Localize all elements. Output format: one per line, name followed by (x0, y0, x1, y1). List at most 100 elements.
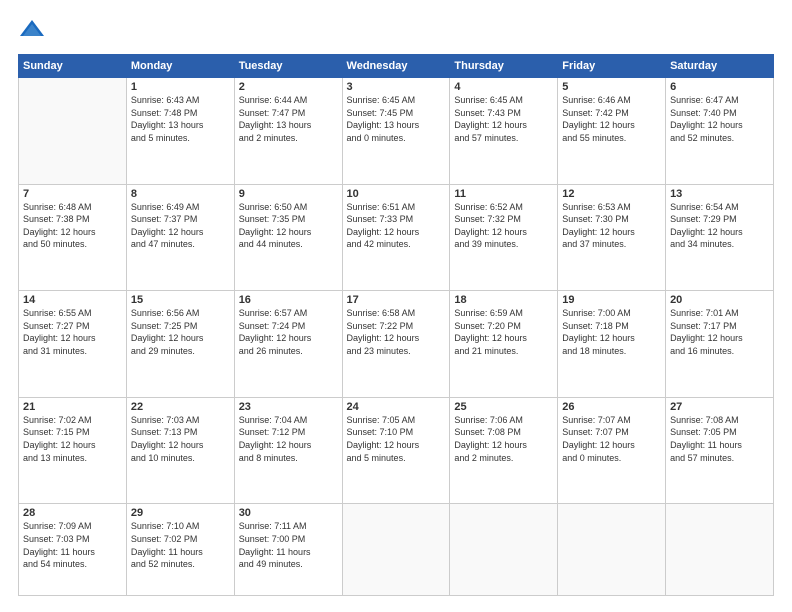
day-number: 9 (239, 188, 338, 200)
calendar-cell: 26Sunrise: 7:07 AM Sunset: 7:07 PM Dayli… (558, 397, 666, 504)
day-number: 5 (562, 81, 661, 93)
calendar-cell: 19Sunrise: 7:00 AM Sunset: 7:18 PM Dayli… (558, 291, 666, 398)
day-number: 1 (131, 81, 230, 93)
day-number: 20 (670, 294, 769, 306)
day-info: Sunrise: 6:44 AM Sunset: 7:47 PM Dayligh… (239, 94, 338, 144)
calendar-cell (342, 504, 450, 596)
day-info: Sunrise: 7:06 AM Sunset: 7:08 PM Dayligh… (454, 414, 553, 464)
day-info: Sunrise: 7:04 AM Sunset: 7:12 PM Dayligh… (239, 414, 338, 464)
calendar-cell: 14Sunrise: 6:55 AM Sunset: 7:27 PM Dayli… (19, 291, 127, 398)
day-info: Sunrise: 6:55 AM Sunset: 7:27 PM Dayligh… (23, 307, 122, 357)
day-info: Sunrise: 7:00 AM Sunset: 7:18 PM Dayligh… (562, 307, 661, 357)
day-info: Sunrise: 6:52 AM Sunset: 7:32 PM Dayligh… (454, 201, 553, 251)
day-info: Sunrise: 6:59 AM Sunset: 7:20 PM Dayligh… (454, 307, 553, 357)
calendar-weekday-thursday: Thursday (450, 55, 558, 78)
day-info: Sunrise: 6:57 AM Sunset: 7:24 PM Dayligh… (239, 307, 338, 357)
calendar-cell: 15Sunrise: 6:56 AM Sunset: 7:25 PM Dayli… (126, 291, 234, 398)
calendar-cell: 27Sunrise: 7:08 AM Sunset: 7:05 PM Dayli… (666, 397, 774, 504)
day-info: Sunrise: 6:49 AM Sunset: 7:37 PM Dayligh… (131, 201, 230, 251)
day-number: 13 (670, 188, 769, 200)
day-info: Sunrise: 7:10 AM Sunset: 7:02 PM Dayligh… (131, 520, 230, 570)
page: SundayMondayTuesdayWednesdayThursdayFrid… (0, 0, 792, 612)
calendar-header-row: SundayMondayTuesdayWednesdayThursdayFrid… (19, 55, 774, 78)
day-number: 23 (239, 401, 338, 413)
calendar-cell: 12Sunrise: 6:53 AM Sunset: 7:30 PM Dayli… (558, 184, 666, 291)
calendar-weekday-saturday: Saturday (666, 55, 774, 78)
day-info: Sunrise: 7:09 AM Sunset: 7:03 PM Dayligh… (23, 520, 122, 570)
calendar-week-row: 14Sunrise: 6:55 AM Sunset: 7:27 PM Dayli… (19, 291, 774, 398)
calendar-cell: 17Sunrise: 6:58 AM Sunset: 7:22 PM Dayli… (342, 291, 450, 398)
calendar-cell: 28Sunrise: 7:09 AM Sunset: 7:03 PM Dayli… (19, 504, 127, 596)
day-info: Sunrise: 6:45 AM Sunset: 7:43 PM Dayligh… (454, 94, 553, 144)
calendar-cell: 22Sunrise: 7:03 AM Sunset: 7:13 PM Dayli… (126, 397, 234, 504)
logo (18, 16, 50, 44)
day-number: 2 (239, 81, 338, 93)
day-info: Sunrise: 7:01 AM Sunset: 7:17 PM Dayligh… (670, 307, 769, 357)
calendar-cell: 13Sunrise: 6:54 AM Sunset: 7:29 PM Dayli… (666, 184, 774, 291)
calendar-cell (19, 78, 127, 185)
calendar-cell: 18Sunrise: 6:59 AM Sunset: 7:20 PM Dayli… (450, 291, 558, 398)
day-number: 15 (131, 294, 230, 306)
calendar-cell: 4Sunrise: 6:45 AM Sunset: 7:43 PM Daylig… (450, 78, 558, 185)
day-info: Sunrise: 6:51 AM Sunset: 7:33 PM Dayligh… (347, 201, 446, 251)
calendar-cell (666, 504, 774, 596)
day-number: 29 (131, 507, 230, 519)
day-number: 22 (131, 401, 230, 413)
calendar-cell (450, 504, 558, 596)
day-info: Sunrise: 7:07 AM Sunset: 7:07 PM Dayligh… (562, 414, 661, 464)
calendar-cell: 20Sunrise: 7:01 AM Sunset: 7:17 PM Dayli… (666, 291, 774, 398)
day-number: 12 (562, 188, 661, 200)
day-number: 26 (562, 401, 661, 413)
day-info: Sunrise: 6:46 AM Sunset: 7:42 PM Dayligh… (562, 94, 661, 144)
logo-icon (18, 16, 46, 44)
day-info: Sunrise: 6:50 AM Sunset: 7:35 PM Dayligh… (239, 201, 338, 251)
day-info: Sunrise: 6:45 AM Sunset: 7:45 PM Dayligh… (347, 94, 446, 144)
day-number: 16 (239, 294, 338, 306)
day-number: 8 (131, 188, 230, 200)
calendar-cell: 29Sunrise: 7:10 AM Sunset: 7:02 PM Dayli… (126, 504, 234, 596)
day-number: 10 (347, 188, 446, 200)
day-info: Sunrise: 6:43 AM Sunset: 7:48 PM Dayligh… (131, 94, 230, 144)
day-info: Sunrise: 6:47 AM Sunset: 7:40 PM Dayligh… (670, 94, 769, 144)
calendar-cell: 8Sunrise: 6:49 AM Sunset: 7:37 PM Daylig… (126, 184, 234, 291)
calendar-weekday-sunday: Sunday (19, 55, 127, 78)
day-number: 19 (562, 294, 661, 306)
day-number: 28 (23, 507, 122, 519)
calendar-week-row: 28Sunrise: 7:09 AM Sunset: 7:03 PM Dayli… (19, 504, 774, 596)
header (18, 16, 774, 44)
day-number: 18 (454, 294, 553, 306)
day-number: 6 (670, 81, 769, 93)
calendar-cell: 24Sunrise: 7:05 AM Sunset: 7:10 PM Dayli… (342, 397, 450, 504)
day-info: Sunrise: 6:58 AM Sunset: 7:22 PM Dayligh… (347, 307, 446, 357)
calendar-weekday-tuesday: Tuesday (234, 55, 342, 78)
calendar-week-row: 1Sunrise: 6:43 AM Sunset: 7:48 PM Daylig… (19, 78, 774, 185)
calendar-cell: 16Sunrise: 6:57 AM Sunset: 7:24 PM Dayli… (234, 291, 342, 398)
day-info: Sunrise: 6:54 AM Sunset: 7:29 PM Dayligh… (670, 201, 769, 251)
calendar-cell: 11Sunrise: 6:52 AM Sunset: 7:32 PM Dayli… (450, 184, 558, 291)
day-number: 30 (239, 507, 338, 519)
day-number: 24 (347, 401, 446, 413)
day-info: Sunrise: 6:53 AM Sunset: 7:30 PM Dayligh… (562, 201, 661, 251)
calendar-week-row: 7Sunrise: 6:48 AM Sunset: 7:38 PM Daylig… (19, 184, 774, 291)
calendar-weekday-wednesday: Wednesday (342, 55, 450, 78)
day-info: Sunrise: 6:56 AM Sunset: 7:25 PM Dayligh… (131, 307, 230, 357)
calendar-weekday-monday: Monday (126, 55, 234, 78)
calendar-cell: 2Sunrise: 6:44 AM Sunset: 7:47 PM Daylig… (234, 78, 342, 185)
calendar-cell: 25Sunrise: 7:06 AM Sunset: 7:08 PM Dayli… (450, 397, 558, 504)
day-number: 14 (23, 294, 122, 306)
day-number: 17 (347, 294, 446, 306)
calendar-table: SundayMondayTuesdayWednesdayThursdayFrid… (18, 54, 774, 596)
calendar-cell: 3Sunrise: 6:45 AM Sunset: 7:45 PM Daylig… (342, 78, 450, 185)
calendar-cell: 6Sunrise: 6:47 AM Sunset: 7:40 PM Daylig… (666, 78, 774, 185)
day-number: 21 (23, 401, 122, 413)
calendar-week-row: 21Sunrise: 7:02 AM Sunset: 7:15 PM Dayli… (19, 397, 774, 504)
calendar-cell: 10Sunrise: 6:51 AM Sunset: 7:33 PM Dayli… (342, 184, 450, 291)
day-number: 25 (454, 401, 553, 413)
day-info: Sunrise: 7:02 AM Sunset: 7:15 PM Dayligh… (23, 414, 122, 464)
calendar-cell: 21Sunrise: 7:02 AM Sunset: 7:15 PM Dayli… (19, 397, 127, 504)
calendar-cell: 1Sunrise: 6:43 AM Sunset: 7:48 PM Daylig… (126, 78, 234, 185)
day-info: Sunrise: 6:48 AM Sunset: 7:38 PM Dayligh… (23, 201, 122, 251)
calendar-cell (558, 504, 666, 596)
day-number: 3 (347, 81, 446, 93)
calendar-cell: 5Sunrise: 6:46 AM Sunset: 7:42 PM Daylig… (558, 78, 666, 185)
